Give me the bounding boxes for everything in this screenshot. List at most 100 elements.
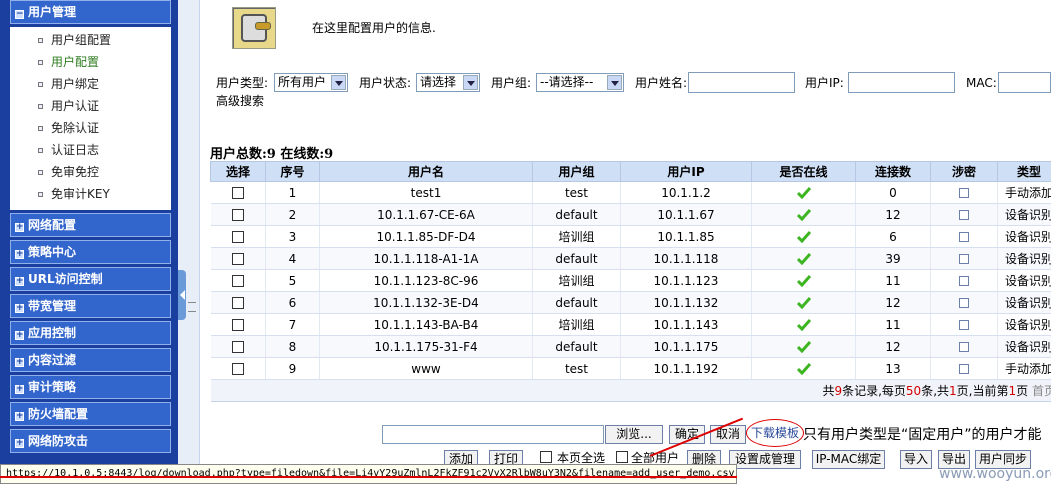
watermark: www.wooyun.org xyxy=(939,466,1051,482)
sidebar-section-audit-policy[interactable]: + 审计策略 xyxy=(10,375,171,399)
download-template-link[interactable]: 下载模板 xyxy=(746,419,804,447)
table-row: 1 test1 test 10.1.1.2 0 手动添加 xyxy=(210,181,1051,204)
sidebar-section-network-config[interactable]: + 网络配置 xyxy=(10,213,171,237)
row-select-checkbox[interactable] xyxy=(231,209,244,221)
table-row: 9 www test 10.1.1.192 13 手动添加 xyxy=(210,357,1051,380)
table-header-row: 选择 序号 用户名 用户组 用户IP 是否在线 连接数 涉密 类型 xyxy=(210,161,1051,182)
row-select-checkbox[interactable] xyxy=(231,187,244,199)
row-classified-checkbox[interactable] xyxy=(959,298,969,308)
import-note: 只有用户类型是“固定用户”的用户才能 xyxy=(803,427,1042,443)
table-row: 4 10.1.1.118-A1-1A default 10.1.1.118 39… xyxy=(210,247,1051,270)
row-connections: 12 xyxy=(855,335,931,358)
mac-label: MAC: xyxy=(966,76,997,90)
col-header-seq: 序号 xyxy=(265,161,320,182)
col-header-connections[interactable]: 连接数 xyxy=(855,161,931,182)
online-check-icon xyxy=(796,187,811,199)
page-description: 在这里配置用户的信息. xyxy=(312,21,436,35)
row-select-checkbox[interactable] xyxy=(231,319,244,331)
sidebar-submenu: 用户组配置 用户配置 用户绑定 用户认证 免除认证 认证日志 免审免控 免审计K… xyxy=(10,27,171,210)
row-seq: 6 xyxy=(265,291,320,314)
row-select-checkbox[interactable] xyxy=(231,231,244,243)
row-type: 设备识别 xyxy=(997,335,1051,358)
bullet-icon xyxy=(38,104,43,109)
row-select-checkbox[interactable] xyxy=(231,341,244,353)
bullet-icon xyxy=(38,148,43,153)
row-select-checkbox[interactable] xyxy=(231,253,244,265)
row-seq: 1 xyxy=(265,181,320,204)
browse-button[interactable]: 浏览... xyxy=(605,425,663,444)
row-connections: 11 xyxy=(855,269,931,292)
expand-icon: + xyxy=(15,276,24,286)
col-header-select: 选择 xyxy=(210,161,266,182)
bullet-icon xyxy=(38,126,43,131)
sidebar-item-auth-exempt[interactable]: 免除认证 xyxy=(10,117,171,139)
online-check-icon xyxy=(796,253,811,265)
row-classified-checkbox[interactable] xyxy=(959,364,969,374)
chevron-down-icon xyxy=(607,75,622,90)
sidebar-section-bandwidth[interactable]: + 带宽管理 xyxy=(10,294,171,318)
row-seq: 9 xyxy=(265,357,320,380)
sidebar-section-policy-center[interactable]: + 策略中心 xyxy=(10,240,171,264)
user-name-input[interactable] xyxy=(688,72,795,93)
upload-file-input[interactable] xyxy=(382,425,604,444)
sidebar-item-audit-key[interactable]: 免审计KEY xyxy=(10,183,171,205)
row-ip: 10.1.1.175 xyxy=(620,335,752,358)
online-check-icon xyxy=(796,341,811,353)
online-check-icon xyxy=(796,363,811,375)
sidebar-section-url-control[interactable]: + URL访问控制 xyxy=(10,267,171,291)
sidebar-section-user-management[interactable]: − 用户管理 xyxy=(10,0,171,24)
row-classified-checkbox[interactable] xyxy=(959,320,969,330)
advanced-search-link[interactable]: 高级搜索 xyxy=(216,92,264,109)
import-button[interactable]: 导入 xyxy=(900,450,932,469)
sidebar-item-audit-exempt[interactable]: 免审免控 xyxy=(10,161,171,183)
set-admin-button[interactable]: 设置成管理 xyxy=(729,450,801,469)
row-connections: 39 xyxy=(855,247,931,270)
row-group: default xyxy=(532,203,621,226)
bullet-icon xyxy=(38,192,43,197)
row-classified-checkbox[interactable] xyxy=(959,254,969,264)
row-classified-checkbox[interactable] xyxy=(959,210,969,220)
sidebar-item-auth-log[interactable]: 认证日志 xyxy=(10,139,171,161)
sidebar-item-user-group-config[interactable]: 用户组配置 xyxy=(10,29,171,51)
select-page-checkbox[interactable] xyxy=(540,451,552,463)
row-select-checkbox[interactable] xyxy=(231,363,244,375)
table-row: 6 10.1.1.132-3E-D4 default 10.1.1.132 12… xyxy=(210,291,1051,314)
user-group-label: 用户组: xyxy=(491,76,532,90)
ipmac-bind-button[interactable]: IP-MAC绑定 xyxy=(812,450,885,469)
sidebar-splitter[interactable] xyxy=(178,0,200,484)
row-username: 10.1.1.123-8C-96 xyxy=(319,269,533,292)
row-ip: 10.1.1.85 xyxy=(620,225,752,248)
online-check-icon xyxy=(796,209,811,221)
mac-input[interactable] xyxy=(998,72,1051,93)
row-seq: 4 xyxy=(265,247,320,270)
row-classified-checkbox[interactable] xyxy=(959,342,969,352)
row-classified-checkbox[interactable] xyxy=(959,232,969,242)
row-select-checkbox[interactable] xyxy=(231,275,244,287)
sidebar-section-content-filter[interactable]: + 内容过滤 xyxy=(10,348,171,372)
row-classified-checkbox[interactable] xyxy=(959,188,969,198)
sidebar-section-anti-attack[interactable]: + 网络防攻击 xyxy=(10,429,171,453)
pager-pages: 1 xyxy=(949,384,957,398)
user-type-select[interactable]: 所有用户 xyxy=(274,73,348,92)
row-type: 设备识别 xyxy=(997,291,1051,314)
all-users-checkbox[interactable] xyxy=(616,451,628,463)
sidebar-item-user-auth[interactable]: 用户认证 xyxy=(10,95,171,117)
sidebar-section-app-control[interactable]: + 应用控制 xyxy=(10,321,171,345)
sidebar-item-user-binding[interactable]: 用户绑定 xyxy=(10,73,171,95)
sidebar-section-firewall[interactable]: + 防火墙配置 xyxy=(10,402,171,426)
row-username: www xyxy=(319,357,533,380)
row-username: 10.1.1.143-BA-B4 xyxy=(319,313,533,336)
row-seq: 5 xyxy=(265,269,320,292)
sidebar-item-user-config[interactable]: 用户配置 xyxy=(10,51,171,73)
bullet-icon xyxy=(38,38,43,43)
user-ip-input[interactable] xyxy=(848,72,955,93)
row-classified-checkbox[interactable] xyxy=(959,276,969,286)
col-header-type: 类型 xyxy=(997,161,1051,182)
row-select-checkbox[interactable] xyxy=(231,297,244,309)
expand-icon: − xyxy=(15,9,24,19)
user-group-select[interactable]: --请选择-- xyxy=(536,73,624,92)
row-connections: 6 xyxy=(855,225,931,248)
user-status-select[interactable]: 请选择 xyxy=(416,73,480,92)
expand-icon: + xyxy=(15,222,24,232)
pager-first-link[interactable]: 首页 xyxy=(1032,384,1051,398)
